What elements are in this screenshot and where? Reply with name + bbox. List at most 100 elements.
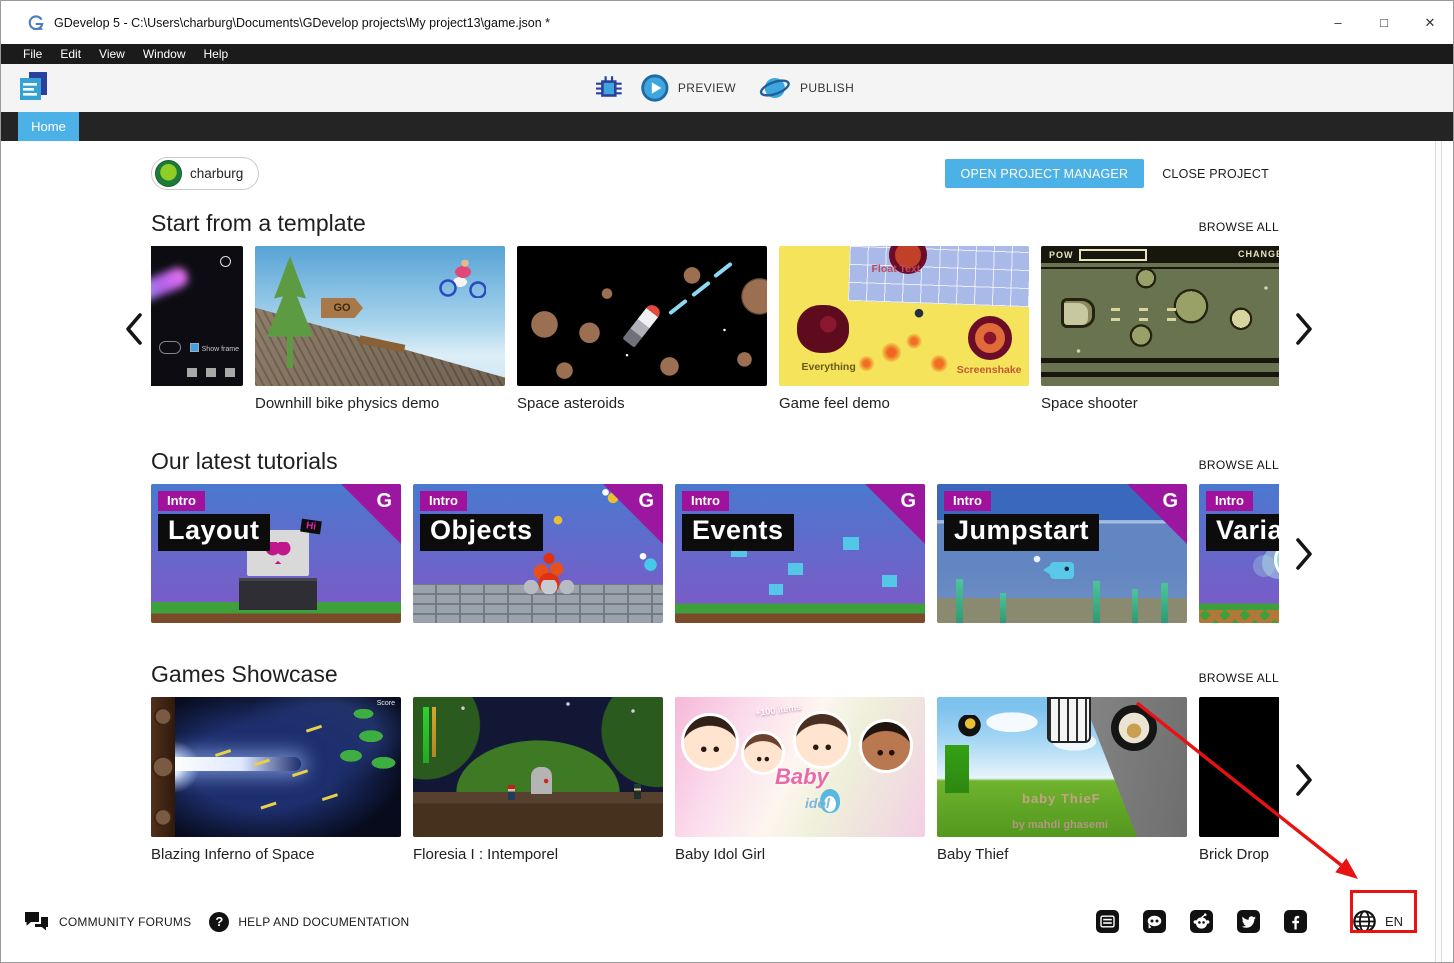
close-button[interactable]: ✕ <box>1407 1 1453 44</box>
templates-browse-all[interactable]: BROWSE ALL <box>1199 220 1279 234</box>
close-project-button[interactable]: CLOSE PROJECT <box>1154 167 1277 181</box>
footer-social-group: EN <box>1096 904 1413 939</box>
showcase-card-babythief[interactable]: baby ThieF by mahdi ghasemi Baby Thief <box>937 697 1187 863</box>
template-card-gamefeel[interactable]: Float Text Everything Screenshake Game f… <box>779 246 1029 412</box>
templates-next-chevron[interactable] <box>1293 311 1315 347</box>
chevron-right-icon <box>1294 312 1314 346</box>
gdevelop-corner-logo: G <box>1162 490 1178 513</box>
art <box>797 305 849 353</box>
publish-button[interactable]: PUBLISH <box>752 73 860 103</box>
template-card-title: Space asteroids <box>517 395 767 412</box>
tutorials-card-row: G Intro Layout Hi G <box>151 484 1279 623</box>
game-thumbnail <box>1199 697 1279 837</box>
tutorial-card-variables[interactable]: G Intro Variab +1 <box>1199 484 1279 623</box>
art <box>159 341 181 354</box>
game-credit-text: by mahdi ghasemi <box>1012 819 1108 831</box>
menu-help[interactable]: Help <box>195 47 238 61</box>
art <box>1199 610 1279 623</box>
tutorial-card-objects[interactable]: G Intro Objects <box>413 484 663 623</box>
change-label: CHANGE <box>1238 249 1279 259</box>
template-thumbnail: POW CHANGE <box>1041 246 1279 386</box>
title-bar: GDevelop 5 - C:\Users\charburg\Documents… <box>1 1 1453 44</box>
art <box>1111 705 1157 751</box>
minimize-button[interactable]: – <box>1315 1 1361 44</box>
art <box>945 715 981 793</box>
art <box>239 578 317 610</box>
open-project-manager-button[interactable]: OPEN PROJECT MANAGER <box>945 159 1145 188</box>
showcase-browse-all[interactable]: BROWSE ALL <box>1199 671 1279 685</box>
art <box>1111 308 1181 322</box>
gdevelop-corner-logo: G <box>376 490 392 513</box>
menu-edit[interactable]: Edit <box>51 47 90 61</box>
tutorial-thumbnail: G Intro Variab +1 <box>1199 484 1279 623</box>
language-button[interactable]: EN <box>1341 904 1413 939</box>
scrollbar[interactable] <box>1435 141 1442 963</box>
template-card-shooter[interactable]: POW CHANGE Space shooter <box>1041 246 1279 412</box>
twitter-icon[interactable] <box>1237 910 1260 933</box>
showcase-card-blazing[interactable]: Score Blazing Inferno of Space <box>151 697 401 863</box>
tutorial-card-events[interactable]: G Intro Events <box>675 484 925 623</box>
showcase-row: Score Blazing Inferno of Space Floresia … <box>151 697 1279 863</box>
template-card-asteroids[interactable]: Space asteroids <box>517 246 767 412</box>
community-forums-link[interactable]: COMMUNITY FORUMS <box>23 911 191 932</box>
tutorials-next-chevron[interactable] <box>1293 536 1315 572</box>
publish-globe-icon <box>758 73 792 103</box>
screenshake-label: Screenshake <box>957 364 1022 376</box>
youtube-icon[interactable] <box>1096 910 1119 933</box>
templates-row: Show frame GO Downhill bike physics demo <box>151 246 1279 412</box>
menu-bar: File Edit View Window Help <box>1 44 1453 64</box>
facebook-icon[interactable] <box>1284 910 1307 933</box>
globe-icon <box>1351 908 1378 935</box>
showcase-card-babyidol[interactable]: +100 items Baby idol Baby Idol Girl <box>675 697 925 863</box>
everything-label: Everything <box>802 361 856 373</box>
game-thumbnail: +100 items Baby idol <box>675 697 925 837</box>
tutorial-title: Layout <box>158 514 270 551</box>
user-chip[interactable]: charburg <box>151 157 259 190</box>
showcase-card-brickdrop[interactable]: Brick Drop <box>1199 697 1279 863</box>
art <box>713 262 733 279</box>
project-manager-icon[interactable] <box>17 71 51 104</box>
tutorial-title: Objects <box>420 514 543 551</box>
game-thumbnail <box>413 697 663 837</box>
art <box>531 767 552 794</box>
art <box>521 546 577 594</box>
showcase-next-chevron[interactable] <box>1293 762 1315 798</box>
templates-prev-chevron[interactable] <box>123 311 145 347</box>
reddit-icon[interactable] <box>1190 910 1213 933</box>
art <box>793 711 851 769</box>
idol-text-label: idol <box>805 795 830 811</box>
tutorials-browse-all[interactable]: BROWSE ALL <box>1199 458 1279 472</box>
templates-card-row: Show frame GO Downhill bike physics demo <box>151 246 1279 412</box>
template-card-trail[interactable]: Show frame <box>151 246 243 412</box>
template-card-title: Space shooter <box>1041 395 1279 412</box>
discord-icon[interactable] <box>1143 910 1166 933</box>
menu-window[interactable]: Window <box>134 47 195 61</box>
tutorial-thumbnail: G Intro Objects <box>413 484 663 623</box>
template-card-title: Downhill bike physics demo <box>255 395 505 412</box>
tutorial-card-head: Intro Layout <box>151 484 401 551</box>
top-row: charburg OPEN PROJECT MANAGER CLOSE PROJ… <box>151 157 1277 190</box>
menu-file[interactable]: File <box>14 47 51 61</box>
username: charburg <box>190 166 243 181</box>
publish-label: PUBLISH <box>800 81 854 95</box>
pow-label: POW <box>1049 249 1147 261</box>
section-tutorials: Our latest tutorials BROWSE ALL G Intro … <box>151 448 1279 623</box>
debugger-icon[interactable] <box>594 73 624 103</box>
menu-view[interactable]: View <box>90 47 134 61</box>
template-card-downhill[interactable]: GO Downhill bike physics demo <box>255 246 505 412</box>
showcase-card-title: Brick Drop <box>1199 846 1279 863</box>
showcase-card-floresia[interactable]: Floresia I : Intemporel <box>413 697 663 863</box>
help-documentation-link[interactable]: ? HELP AND DOCUMENTATION <box>209 912 409 932</box>
tutorial-card-layout[interactable]: G Intro Layout Hi <box>151 484 401 623</box>
art <box>859 719 913 773</box>
tutorials-row: G Intro Layout Hi G <box>151 484 1279 623</box>
window-controls: – □ ✕ <box>1315 1 1453 44</box>
intro-badge: Intro <box>944 491 991 511</box>
main-toolbar: PREVIEW PUBLISH <box>1 64 1453 112</box>
tab-home[interactable]: Home <box>18 112 79 141</box>
maximize-button[interactable]: □ <box>1361 1 1407 44</box>
tutorial-thumbnail: G Intro Layout Hi <box>151 484 401 623</box>
templates-header: Start from a template BROWSE ALL <box>151 210 1279 237</box>
preview-button[interactable]: PREVIEW <box>634 73 742 103</box>
tutorial-card-jumpstart[interactable]: G Intro Jumpstart <box>937 484 1187 623</box>
